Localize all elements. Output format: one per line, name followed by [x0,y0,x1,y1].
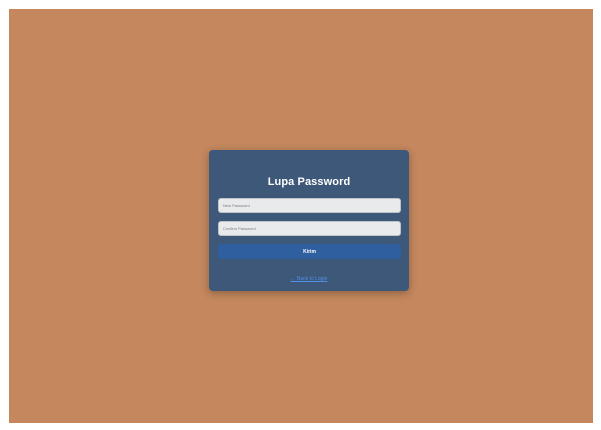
forgot-password-card: Lupa Password Kirim ← Back to Login [209,150,409,291]
page-background: Lupa Password Kirim ← Back to Login [9,9,593,423]
new-password-input[interactable] [218,198,401,213]
submit-button[interactable]: Kirim [218,244,401,259]
confirm-password-input[interactable] [218,221,401,236]
card-title: Lupa Password [267,176,351,188]
back-to-login-link[interactable]: ← Back to Login [209,276,409,282]
